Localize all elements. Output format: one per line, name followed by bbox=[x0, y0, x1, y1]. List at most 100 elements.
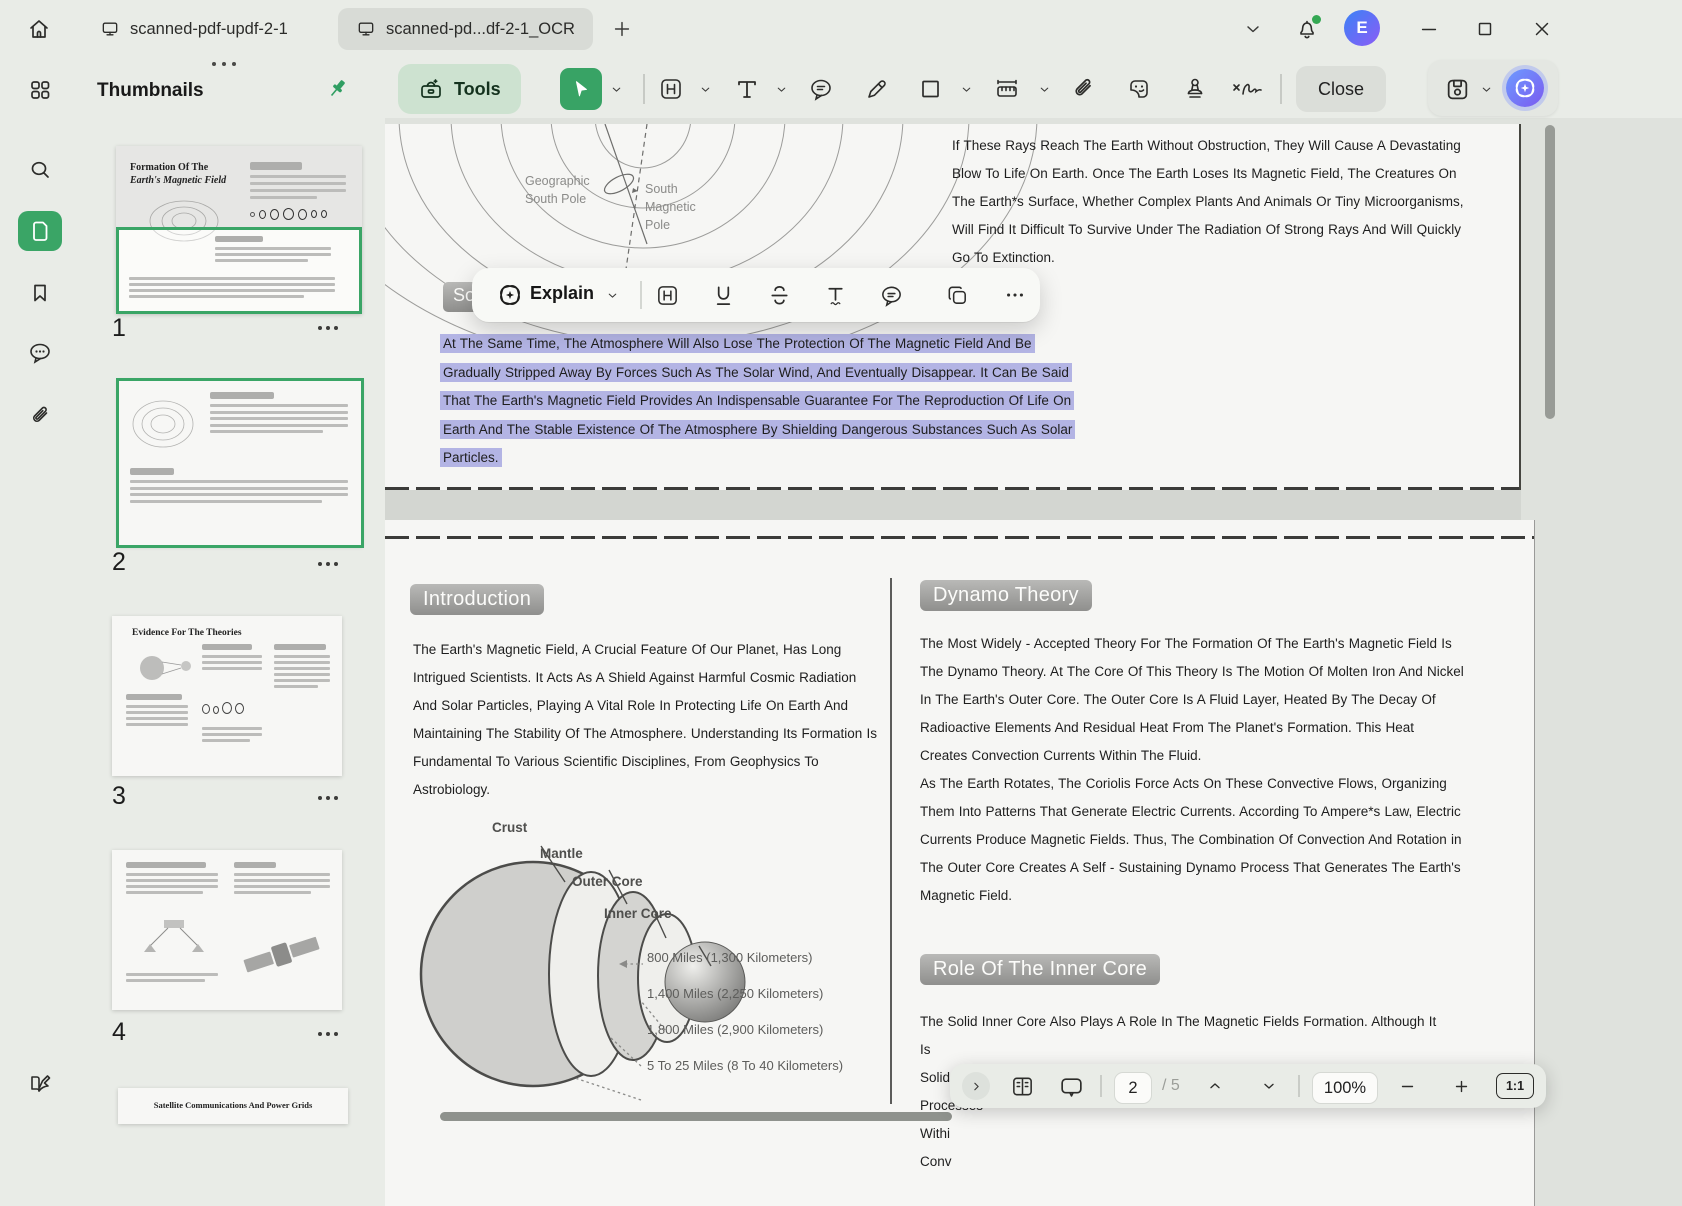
attach-tool-button[interactable] bbox=[1062, 68, 1104, 110]
toolbar-divider bbox=[1280, 74, 1282, 104]
more-actions-button[interactable] bbox=[1000, 281, 1030, 309]
close-window-button[interactable] bbox=[1527, 14, 1557, 44]
select-tool-chevron[interactable] bbox=[608, 82, 624, 96]
section-heading-inner-core[interactable]: Role Of The Inner Core bbox=[920, 954, 1160, 985]
tab-label: scanned-pd...df-2-1_OCR bbox=[386, 20, 575, 39]
zoom-level-input[interactable]: 100% bbox=[1312, 1072, 1378, 1104]
sidebar-search-button[interactable] bbox=[18, 150, 62, 190]
new-tab-button[interactable] bbox=[608, 15, 636, 43]
text-tool-chevron[interactable] bbox=[773, 82, 789, 96]
sidebar-thumbnails-button[interactable] bbox=[18, 211, 62, 251]
avatar[interactable]: E bbox=[1344, 10, 1380, 46]
presentation-mode-button[interactable] bbox=[1054, 1072, 1088, 1100]
statusbar-divider bbox=[1298, 1075, 1300, 1097]
zoom-out-button[interactable] bbox=[1392, 1072, 1422, 1100]
page-number-input[interactable]: 2 bbox=[1114, 1072, 1152, 1104]
zoom-in-button[interactable] bbox=[1446, 1072, 1476, 1100]
page1-paragraph[interactable]: If These Rays Reach The Earth Without Ob… bbox=[952, 132, 1467, 272]
strikethrough-action-button[interactable] bbox=[764, 281, 794, 309]
highlight-tool-chevron[interactable] bbox=[697, 82, 713, 96]
collapse-toolbar-button[interactable] bbox=[1238, 14, 1268, 44]
copy-action-button[interactable] bbox=[942, 281, 972, 309]
thumbnail-menu-button[interactable] bbox=[318, 1032, 338, 1036]
underline-action-button[interactable] bbox=[708, 281, 738, 309]
panel-drag-handle[interactable] bbox=[212, 62, 236, 66]
thumbnail-page-5[interactable]: Satellite Communications And Power Grids bbox=[118, 1088, 348, 1124]
vertical-scrollbar[interactable] bbox=[1545, 125, 1555, 419]
page1-selected-text[interactable]: At The Same Time, The Atmosphere Will Al… bbox=[440, 330, 1088, 473]
thumbnail-page-2[interactable] bbox=[118, 380, 362, 546]
thumbnail-page-3[interactable]: Evidence For The Theories bbox=[112, 616, 342, 776]
grid-icon bbox=[28, 78, 52, 102]
explain-button[interactable]: Explain bbox=[530, 283, 594, 304]
highlight-icon bbox=[658, 76, 684, 102]
sidebar-home-grid-button[interactable] bbox=[18, 70, 62, 110]
text-tool-button[interactable] bbox=[726, 68, 768, 110]
home-button[interactable] bbox=[20, 10, 58, 48]
thumb1-title-line2: Earth's Magnetic Field bbox=[130, 175, 240, 188]
next-page-button[interactable] bbox=[1254, 1072, 1284, 1100]
close-document-button[interactable]: Close bbox=[1296, 66, 1386, 112]
paperclip-icon bbox=[28, 404, 52, 428]
statusbar-divider bbox=[1100, 1075, 1102, 1097]
actual-size-button[interactable]: 1:1 bbox=[1496, 1073, 1534, 1099]
section-heading-introduction[interactable]: Introduction bbox=[410, 584, 544, 615]
save-button[interactable] bbox=[1440, 72, 1474, 106]
sidebar-bookmarks-button[interactable] bbox=[18, 273, 62, 313]
comment-icon bbox=[808, 76, 834, 102]
sidebar-comments-button[interactable] bbox=[18, 333, 62, 373]
tools-button[interactable]: Tools bbox=[398, 64, 521, 114]
comment-tool-button[interactable] bbox=[800, 68, 842, 110]
thumbnail-menu-button[interactable] bbox=[318, 796, 338, 800]
text-icon bbox=[734, 76, 760, 102]
select-tool-button[interactable] bbox=[560, 68, 602, 110]
squiggly-action-button[interactable] bbox=[820, 281, 850, 309]
thumbnail-page-number: 4 bbox=[112, 1018, 126, 1047]
stamp-tool-button[interactable] bbox=[1174, 68, 1216, 110]
explain-chevron[interactable] bbox=[604, 288, 620, 302]
pen-tool-button[interactable] bbox=[856, 68, 898, 110]
thumbnail-menu-button[interactable] bbox=[318, 326, 338, 330]
title-bar: scanned-pdf-updf-2-1 scanned-pd...df-2-1… bbox=[0, 0, 1682, 58]
measure-tool-chevron[interactable] bbox=[1036, 82, 1052, 96]
horizontal-scrollbar[interactable] bbox=[440, 1112, 952, 1121]
thumbnail-page-4[interactable] bbox=[112, 850, 342, 1010]
dynamo-paragraph-2[interactable]: As The Earth Rotates, The Coriolis Force… bbox=[920, 770, 1465, 910]
stamp-icon bbox=[1182, 76, 1208, 102]
dynamo-paragraph-1[interactable]: The Most Widely - Accepted Theory For Th… bbox=[920, 630, 1465, 770]
fit-label: 1:1 bbox=[1506, 1079, 1524, 1093]
two-page-view-button[interactable] bbox=[1006, 1072, 1038, 1100]
earth-measure-3: 1,800 Miles (2,900 Kilometers) bbox=[647, 1022, 823, 1037]
section-heading-dynamo-theory[interactable]: Dynamo Theory bbox=[920, 580, 1092, 611]
maximize-button[interactable] bbox=[1470, 14, 1500, 44]
sidebar-attachments-button[interactable] bbox=[18, 396, 62, 436]
thumbnail-viewport-indicator[interactable] bbox=[116, 227, 362, 314]
collapse-statusbar-button[interactable] bbox=[962, 1072, 990, 1100]
highlight-action-button[interactable] bbox=[652, 281, 682, 309]
comment-action-button[interactable] bbox=[876, 281, 906, 309]
introduction-paragraph[interactable]: The Earth's Magnetic Field, A Crucial Fe… bbox=[413, 636, 883, 804]
notifications-button[interactable] bbox=[1292, 14, 1322, 44]
previous-page-button[interactable] bbox=[1200, 1072, 1230, 1100]
shape-tool-button[interactable] bbox=[910, 68, 952, 110]
tab-label: scanned-pdf-updf-2-1 bbox=[130, 20, 288, 39]
minimize-button[interactable] bbox=[1414, 14, 1444, 44]
page-total: / 5 bbox=[1162, 1077, 1180, 1095]
document-tab-icon bbox=[100, 19, 120, 39]
highlight-tool-button[interactable] bbox=[650, 68, 692, 110]
sticker-tool-button[interactable] bbox=[1118, 68, 1160, 110]
ai-explain-icon bbox=[494, 280, 526, 310]
measure-tool-button[interactable] bbox=[986, 68, 1028, 110]
scan-edge bbox=[385, 536, 1534, 539]
thumbnail-page-1[interactable]: Formation Of The Earth's Magnetic Field bbox=[116, 146, 362, 314]
ai-assistant-button[interactable] bbox=[1506, 69, 1544, 107]
save-chevron[interactable] bbox=[1478, 82, 1494, 96]
thumbnail-menu-button[interactable] bbox=[318, 562, 338, 566]
thumbnail-page-number: 2 bbox=[112, 548, 126, 577]
tab-document-2-active[interactable]: scanned-pd...df-2-1_OCR bbox=[338, 8, 593, 50]
signature-tool-button[interactable] bbox=[1226, 68, 1268, 110]
tab-document-1[interactable]: scanned-pdf-updf-2-1 bbox=[82, 8, 306, 50]
shape-tool-chevron[interactable] bbox=[958, 82, 974, 96]
pin-panel-button[interactable] bbox=[322, 74, 352, 104]
reader-sign-mode-button[interactable] bbox=[18, 1064, 62, 1104]
